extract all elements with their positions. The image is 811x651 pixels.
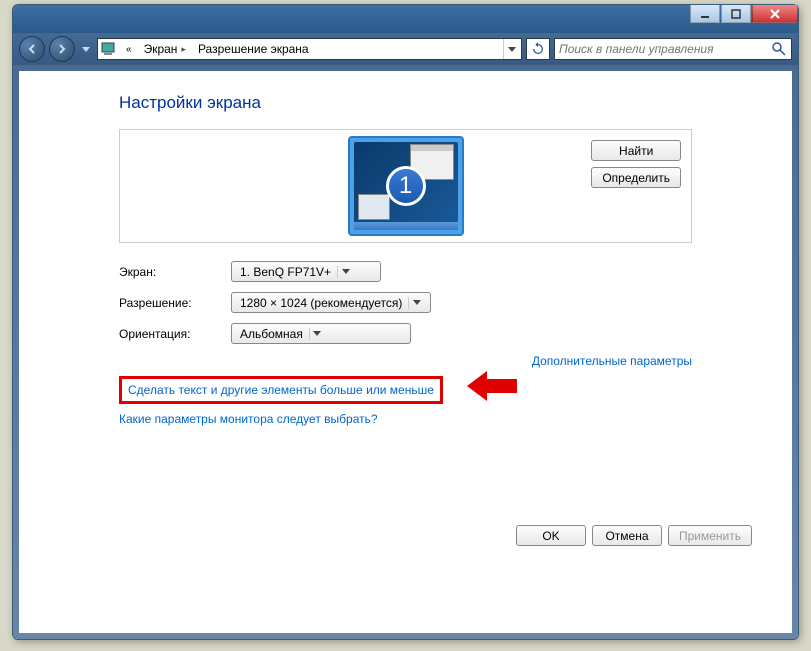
chevron-down-icon [337,266,349,278]
maximize-button[interactable] [721,5,751,23]
forward-button[interactable] [49,36,75,62]
search-input[interactable] [559,42,771,56]
close-button[interactable] [752,5,798,23]
display-value: 1. BenQ FP71V+ [240,265,331,279]
breadcrumb-resolution[interactable]: Разрешение экрана [194,42,313,56]
ok-button[interactable]: OK [516,525,586,546]
content-area: Настройки экрана 1 Найти Определить Экра… [19,71,792,633]
refresh-button[interactable] [526,38,550,60]
display-label: Экран: [119,265,231,279]
titlebar [13,5,798,33]
breadcrumb-back-icon[interactable]: « [122,44,136,55]
orientation-dropdown[interactable]: Альбомная [231,323,411,344]
resolution-value: 1280 × 1024 (рекомендуется) [240,296,402,310]
dialog-buttons: OK Отмена Применить [516,525,752,546]
breadcrumb-label: Экран [144,42,178,56]
page-title: Настройки экрана [119,93,692,113]
search-icon[interactable] [771,41,787,57]
cancel-button[interactable]: Отмена [592,525,662,546]
address-bar[interactable]: « Экран ▸ Разрешение экрана [97,38,522,60]
minimize-button[interactable] [690,5,720,23]
breadcrumb-label: Разрешение экрана [198,42,309,56]
navbar: « Экран ▸ Разрешение экрана [13,33,798,65]
advanced-settings-link[interactable]: Дополнительные параметры [532,354,692,368]
search-box[interactable] [554,38,792,60]
detect-button[interactable]: Определить [591,167,681,188]
explorer-window: « Экран ▸ Разрешение экрана Настройки эк… [12,4,799,640]
display-preview-panel: 1 Найти Определить [119,129,692,243]
find-button[interactable]: Найти [591,140,681,161]
chevron-right-icon: ▸ [181,44,186,55]
nav-history-dropdown[interactable] [79,39,93,59]
settings-form: Экран: 1. BenQ FP71V+ Разрешение: 1280 ×… [119,261,692,344]
monitor-number: 1 [386,166,426,206]
content-frame: Настройки экрана 1 Найти Определить Экра… [13,65,798,639]
monitor-thumbnail[interactable]: 1 [348,136,464,236]
annotation-highlight: Сделать текст и другие элементы больше и… [119,376,443,404]
chevron-down-icon [309,328,321,340]
monitor-icon [100,41,118,57]
apply-button[interactable]: Применить [668,525,752,546]
chevron-down-icon [408,297,420,309]
breadcrumb-screen[interactable]: Экран ▸ [140,42,190,56]
orientation-value: Альбомная [240,327,303,341]
orientation-label: Ориентация: [119,327,231,341]
resolution-dropdown[interactable]: 1280 × 1024 (рекомендуется) [231,292,431,313]
annotation-arrow-icon [467,371,517,401]
display-dropdown[interactable]: 1. BenQ FP71V+ [231,261,381,282]
text-size-link[interactable]: Сделать текст и другие элементы больше и… [128,383,434,397]
back-button[interactable] [19,36,45,62]
resolution-label: Разрешение: [119,296,231,310]
address-dropdown[interactable] [503,39,519,59]
help-link[interactable]: Какие параметры монитора следует выбрать… [119,412,378,426]
